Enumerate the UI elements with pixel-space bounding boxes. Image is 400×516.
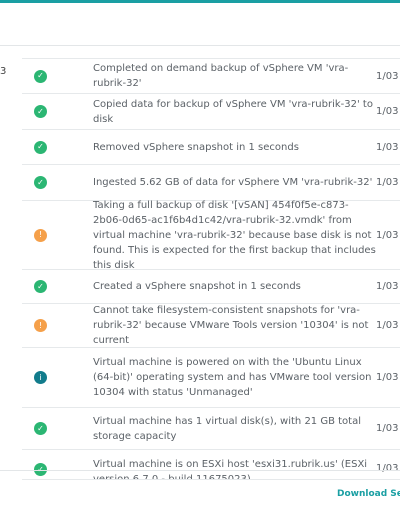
event-row: ✓ Created a vSphere snapshot in 1 second… bbox=[22, 270, 400, 304]
left-panel-number: 3 bbox=[0, 66, 7, 77]
event-message: Removed vSphere snapshot in 1 seconds bbox=[93, 141, 299, 153]
event-date: 1/03 6 bbox=[376, 177, 400, 188]
event-row: ✓ Removed vSphere snapshot in 1 seconds … bbox=[22, 130, 400, 165]
check-icon: ✓ bbox=[34, 69, 47, 83]
event-message: Taking a full backup of disk '[vSAN] 454… bbox=[93, 199, 376, 271]
event-message: Copied data for backup of vSphere VM 'vr… bbox=[93, 98, 373, 125]
event-date: 1/03 6 bbox=[376, 106, 400, 117]
event-message: Virtual machine is powered on with the '… bbox=[93, 357, 372, 398]
event-message: Created a vSphere snapshot in 1 seconds bbox=[93, 281, 301, 292]
event-row: ✓ Virtual machine has 1 virtual disk(s),… bbox=[22, 408, 400, 450]
header-divider bbox=[0, 45, 400, 46]
event-date: 1/03 6 bbox=[376, 372, 400, 383]
check-icon: ✓ bbox=[34, 140, 47, 154]
check-icon: ✓ bbox=[34, 422, 47, 435]
event-row: ✓ Ingested 5.62 GB of data for vSphere V… bbox=[22, 165, 400, 201]
event-row: ! Cannot take filesystem-consistent snap… bbox=[22, 304, 400, 348]
event-row: ! Taking a full backup of disk '[vSAN] 4… bbox=[22, 199, 400, 271]
event-message: Ingested 5.62 GB of data for vSphere VM … bbox=[93, 177, 373, 188]
footer-divider bbox=[0, 470, 400, 471]
event-date: 1/03 6 bbox=[376, 281, 400, 292]
warning-icon: ! bbox=[34, 319, 47, 332]
event-date: 1/03 6 bbox=[376, 70, 400, 82]
event-date: 1/03 6 bbox=[376, 320, 400, 331]
check-icon: ✓ bbox=[34, 176, 47, 189]
download-button[interactable]: Download Serv bbox=[337, 489, 400, 499]
event-row: i Virtual machine is powered on with the… bbox=[22, 348, 400, 408]
event-list: ✓ Completed on demand backup of vSphere … bbox=[22, 58, 400, 480]
event-message: Completed on demand backup of vSphere VM… bbox=[93, 63, 349, 89]
warning-icon: ! bbox=[34, 228, 47, 242]
info-icon: i bbox=[34, 371, 47, 384]
event-row: ✓ Virtual machine is on ESXi host 'esxi3… bbox=[22, 450, 400, 480]
check-icon: ✓ bbox=[34, 105, 47, 118]
check-icon: ✓ bbox=[34, 280, 47, 293]
event-row: ✓ Copied data for backup of vSphere VM '… bbox=[22, 94, 400, 130]
event-message: Cannot take filesystem-consistent snapsh… bbox=[93, 305, 369, 346]
top-accent-bar bbox=[0, 0, 400, 3]
event-row: ✓ Completed on demand backup of vSphere … bbox=[22, 59, 400, 94]
event-date: 1/03 6 bbox=[376, 463, 400, 474]
event-message: Virtual machine has 1 virtual disk(s), w… bbox=[93, 415, 362, 442]
event-message: Virtual machine is on ESXi host 'esxi31.… bbox=[93, 459, 368, 480]
event-date: 1/03 6 bbox=[376, 141, 400, 153]
event-date: 1/03 6 bbox=[376, 423, 400, 434]
event-date: 1/03 6 bbox=[376, 229, 400, 241]
